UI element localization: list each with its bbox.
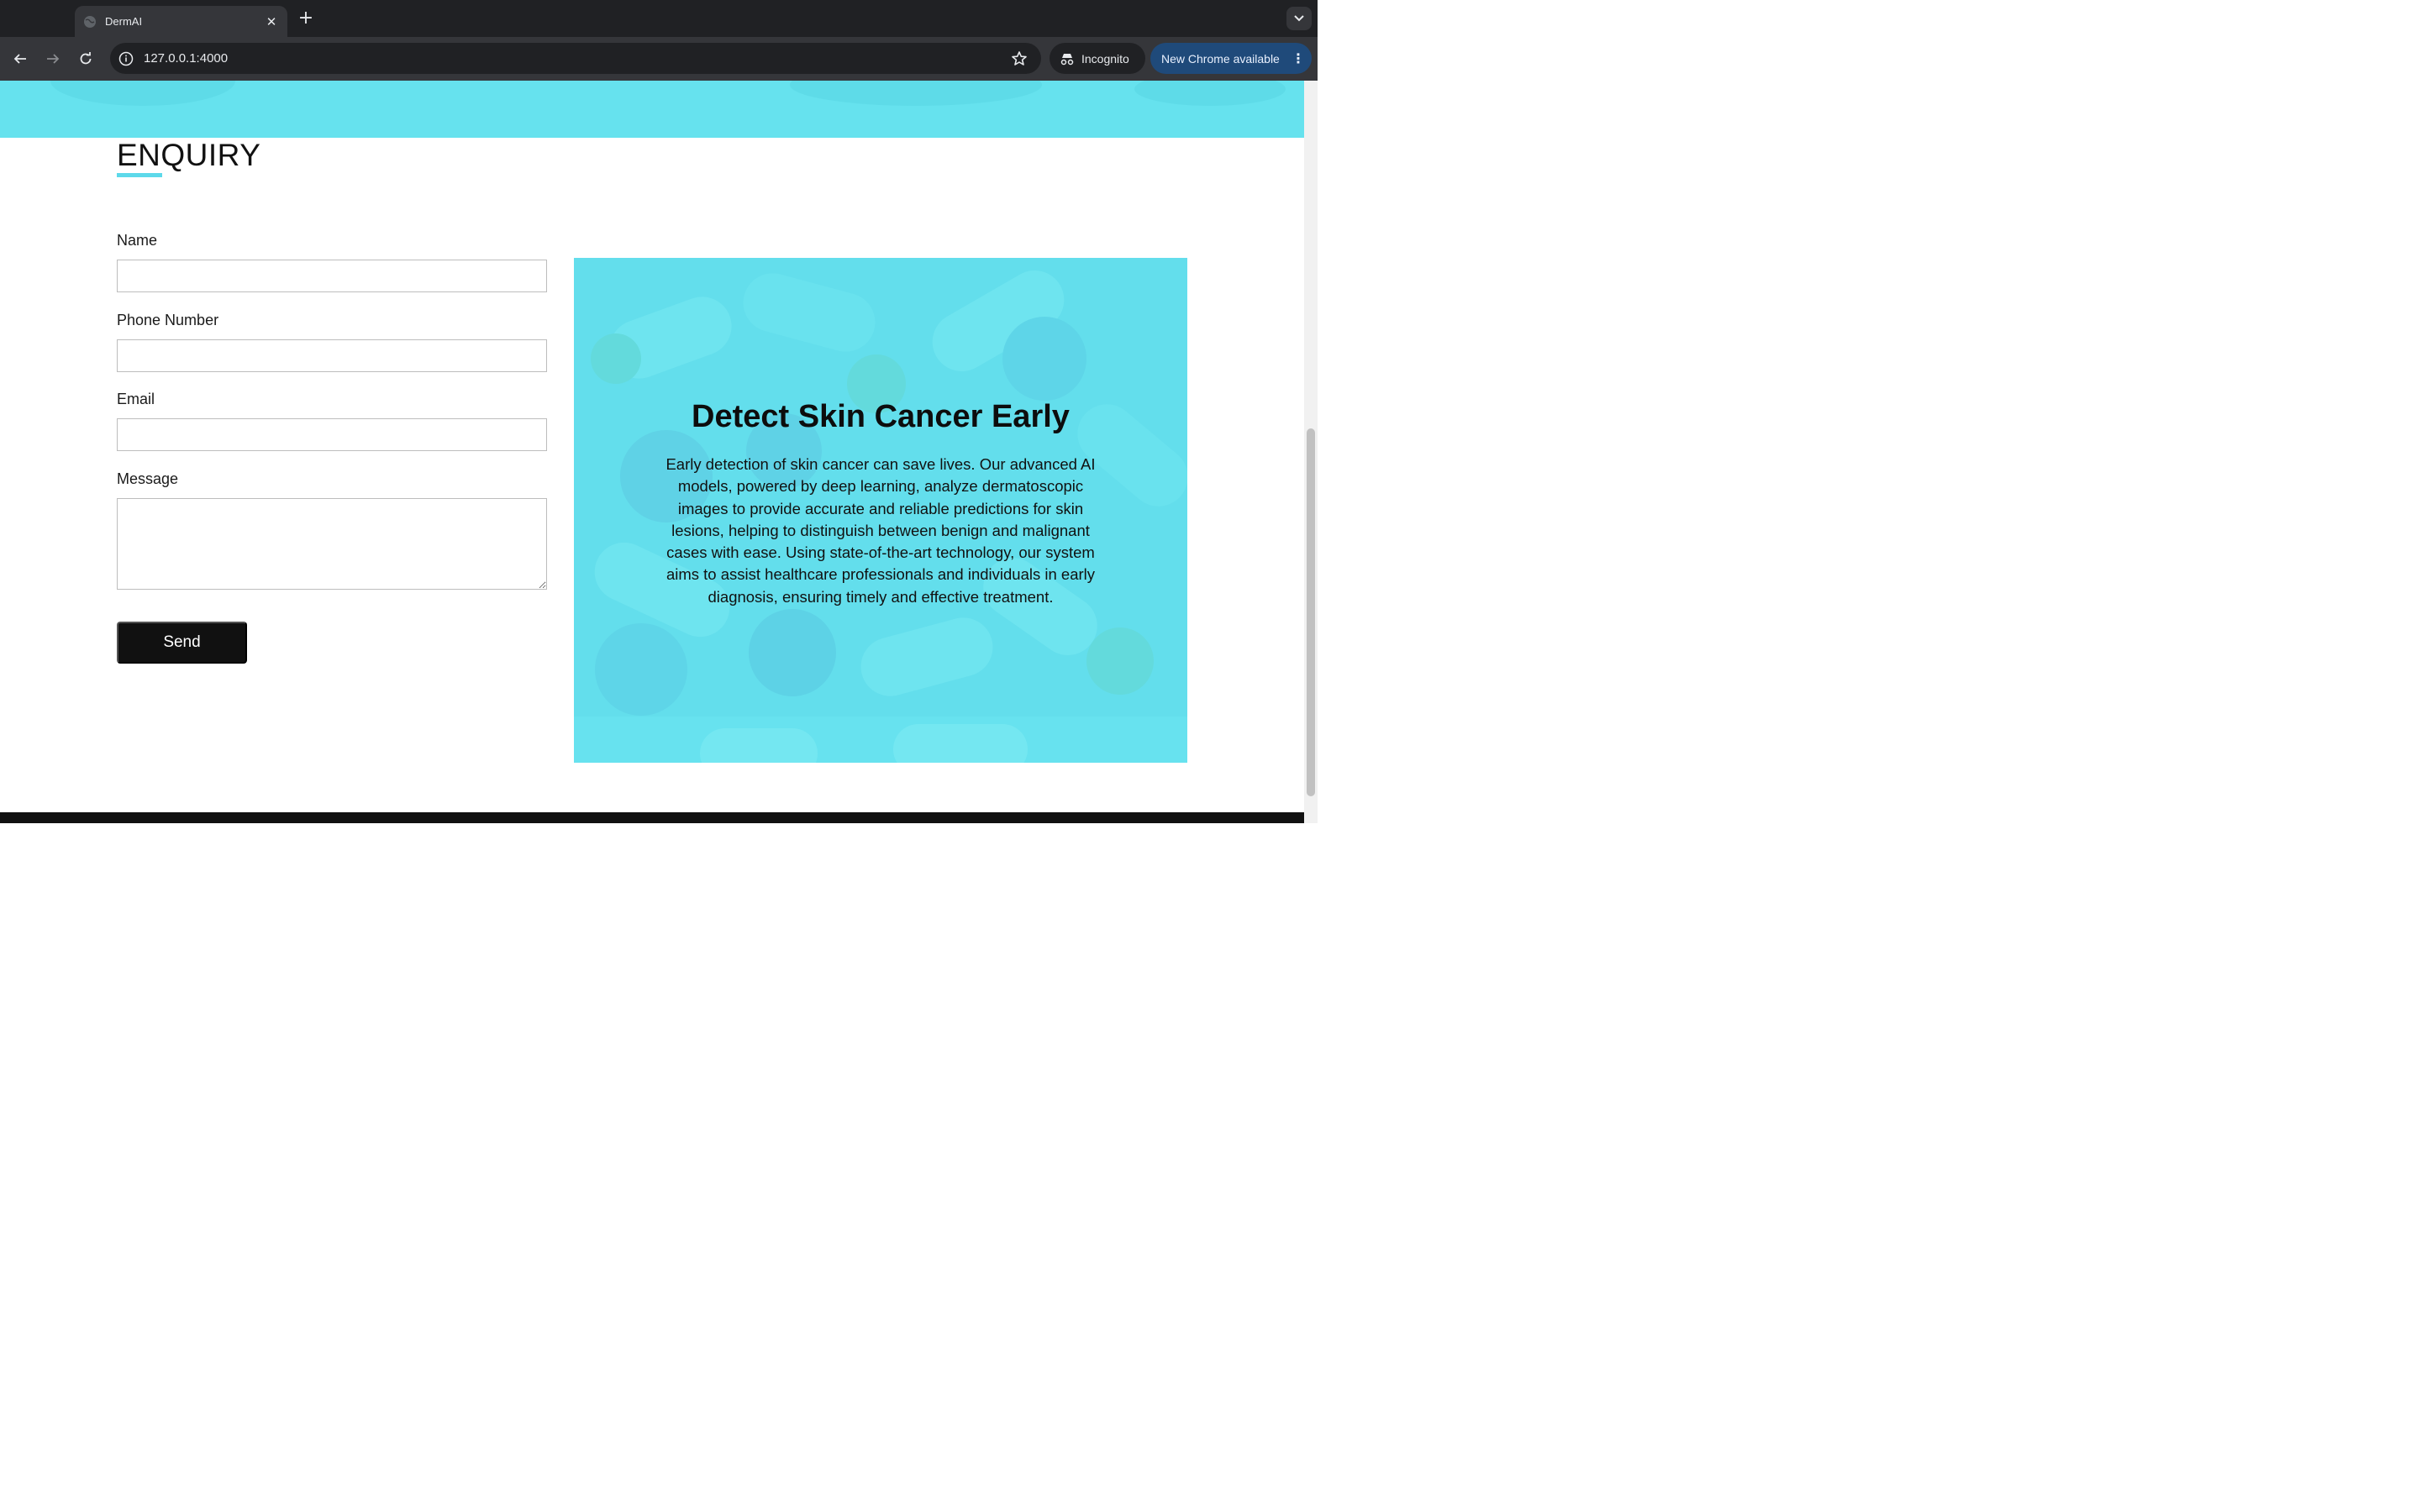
- tab-search-button[interactable]: [1286, 7, 1312, 30]
- phone-label: Phone Number: [117, 312, 219, 328]
- bookmark-star-icon[interactable]: [1011, 50, 1028, 67]
- browser-tab-strip: DermAI ✕ +: [0, 0, 1318, 37]
- address-bar[interactable]: 127.0.0.1:4000: [110, 43, 1041, 74]
- site-info-icon[interactable]: [118, 50, 134, 67]
- scrollbar-thumb[interactable]: [1307, 428, 1315, 796]
- update-label: New Chrome available: [1161, 51, 1280, 66]
- page-viewport: ENQUIRY Name Phone Number Email Message …: [0, 81, 1304, 823]
- browser-toolbar: 127.0.0.1:4000 Incognito New Chrome avai…: [0, 37, 1318, 81]
- incognito-button[interactable]: Incognito: [1050, 43, 1145, 74]
- info-title: Detect Skin Cancer Early: [692, 399, 1070, 435]
- update-chrome-button[interactable]: New Chrome available ⋮: [1150, 43, 1312, 74]
- forward-button[interactable]: [41, 47, 65, 71]
- phone-input[interactable]: [117, 339, 547, 372]
- url-text: 127.0.0.1:4000: [144, 51, 229, 66]
- email-input[interactable]: [117, 418, 547, 451]
- reload-icon: [80, 52, 92, 65]
- info-panel: Detect Skin Cancer Early Early detection…: [574, 258, 1187, 763]
- close-icon[interactable]: ✕: [264, 14, 279, 29]
- name-label: Name: [117, 232, 158, 249]
- arrow-left-icon: [13, 54, 26, 64]
- new-tab-button[interactable]: +: [296, 9, 316, 29]
- incognito-label: Incognito: [1081, 51, 1129, 66]
- chevron-down-icon: [1294, 15, 1304, 22]
- send-button[interactable]: Send: [117, 622, 247, 664]
- section-title: ENQUIRY: [117, 138, 261, 172]
- info-body: Early detection of skin cancer can save …: [666, 455, 1096, 606]
- hero-banner-bottom: [0, 81, 1304, 138]
- message-label: Message: [117, 470, 179, 487]
- globe-icon: [84, 15, 96, 28]
- name-input[interactable]: [117, 260, 547, 292]
- more-menu-icon[interactable]: ⋮: [1290, 50, 1307, 66]
- title-underline: [117, 173, 162, 177]
- email-label: Email: [117, 391, 155, 407]
- reload-button[interactable]: [74, 47, 97, 71]
- footer-top-edge: [0, 812, 1304, 823]
- incognito-icon: [1060, 53, 1074, 65]
- tab-title: DermAI: [105, 15, 143, 28]
- back-button[interactable]: [8, 47, 32, 71]
- browser-tab[interactable]: DermAI ✕: [75, 6, 287, 37]
- info-content: Detect Skin Cancer Early Early detection…: [574, 258, 1187, 763]
- message-textarea[interactable]: [117, 498, 547, 590]
- arrow-right-icon: [47, 54, 60, 64]
